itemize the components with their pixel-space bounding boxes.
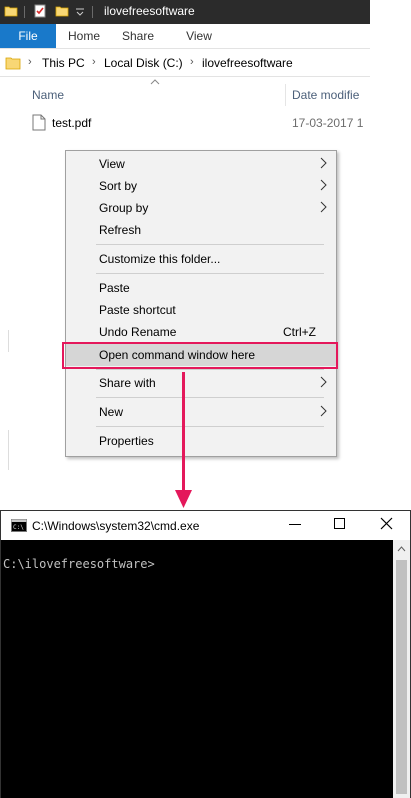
- menu-item-label: Group by: [99, 201, 149, 215]
- chevron-right-icon: [320, 157, 327, 169]
- file-date: 17-03-2017 1: [292, 116, 364, 130]
- menu-item-label: Customize this folder...: [99, 252, 221, 266]
- chevron-right-icon: ›: [190, 56, 194, 68]
- breadcrumb-local-disk[interactable]: Local Disk (C:): [104, 56, 183, 70]
- close-icon[interactable]: [380, 517, 393, 530]
- menu-item-new[interactable]: New: [66, 401, 336, 423]
- chevron-right-icon: ›: [28, 56, 32, 68]
- titlebar-separator: [92, 6, 93, 18]
- menu-separator: [96, 273, 324, 274]
- menu-separator: [96, 369, 324, 370]
- folder-icon[interactable]: [55, 4, 69, 18]
- cmd-window: C:\ C:\Windows\system32\cmd.exe C:\ilove…: [0, 510, 411, 798]
- chevron-right-icon: [320, 405, 327, 417]
- folder-icon: [4, 6, 18, 17]
- chevron-right-icon: [320, 201, 327, 213]
- menu-item-customize-folder[interactable]: Customize this folder...: [66, 248, 336, 270]
- pane-divider: [8, 330, 9, 352]
- cmd-titlebar[interactable]: C:\ C:\Windows\system32\cmd.exe: [0, 510, 411, 540]
- minimize-icon[interactable]: [289, 524, 301, 526]
- tab-home[interactable]: Home: [60, 24, 108, 48]
- cmd-scrollbar[interactable]: [393, 540, 410, 798]
- menu-item-label: Sort by: [99, 179, 138, 193]
- breadcrumb-this-pc[interactable]: This PC: [42, 56, 85, 70]
- cmd-prompt: C:\ilovefreesoftware>: [3, 557, 155, 571]
- chevron-right-icon: [320, 179, 327, 191]
- maximize-icon[interactable]: [334, 518, 346, 530]
- pane-divider: [8, 430, 9, 470]
- explorer-titlebar: ilovefreesoftware: [0, 0, 370, 24]
- cmd-window-title: C:\Windows\system32\cmd.exe: [32, 519, 200, 533]
- arrow-down-icon: [175, 490, 192, 508]
- menu-item-refresh[interactable]: Refresh: [66, 219, 336, 241]
- address-bar[interactable]: › This PC › Local Disk (C:) › ilovefrees…: [0, 50, 370, 77]
- menu-item-group-by[interactable]: Group by: [66, 197, 336, 219]
- menu-item-paste[interactable]: Paste: [66, 277, 336, 299]
- menu-item-label: Properties: [99, 434, 154, 448]
- checkmark-doc-icon[interactable]: [33, 4, 47, 18]
- cmd-app-icon: C:\: [11, 519, 27, 532]
- menu-separator: [96, 397, 324, 398]
- ribbon-tabs: File Home Share View: [0, 24, 370, 49]
- menu-item-shortcut: Ctrl+Z: [283, 325, 316, 339]
- folder-icon: [5, 57, 21, 70]
- menu-item-label: Share with: [99, 376, 156, 390]
- annotation-arrow-line: [182, 372, 185, 494]
- window-title: ilovefreesoftware: [104, 4, 195, 18]
- cmd-scrollbar-thumb[interactable]: [396, 560, 407, 794]
- menu-item-label: Undo Rename: [99, 325, 177, 339]
- menu-item-share-with[interactable]: Share with: [66, 372, 336, 394]
- breadcrumb-current-folder[interactable]: ilovefreesoftware: [202, 56, 293, 70]
- chevron-down-icon[interactable]: [76, 8, 84, 16]
- column-header-name[interactable]: Name: [32, 88, 64, 102]
- titlebar-separator: [24, 6, 25, 18]
- highlight-box: [62, 342, 338, 369]
- menu-item-undo-rename[interactable]: Undo Rename Ctrl+Z: [66, 321, 336, 343]
- menu-item-label: New: [99, 405, 124, 419]
- chevron-right-icon: ›: [92, 56, 96, 68]
- menu-item-view[interactable]: View: [66, 153, 336, 175]
- tab-share[interactable]: Share: [114, 24, 162, 48]
- menu-separator: [96, 244, 324, 245]
- file-row[interactable]: test.pdf 17-03-2017 1: [28, 112, 370, 134]
- sort-up-icon: [150, 79, 160, 85]
- menu-item-paste-shortcut[interactable]: Paste shortcut: [66, 299, 336, 321]
- column-header-date[interactable]: Date modifie: [292, 88, 359, 102]
- file-name: test.pdf: [52, 116, 92, 130]
- cmd-console[interactable]: [1, 540, 393, 798]
- tab-file[interactable]: File: [0, 24, 56, 48]
- tab-view[interactable]: View: [175, 24, 223, 48]
- pdf-file-icon: [32, 114, 46, 131]
- menu-item-sort-by[interactable]: Sort by: [66, 175, 336, 197]
- menu-item-label: View: [99, 157, 125, 171]
- column-divider[interactable]: [285, 84, 286, 106]
- menu-item-label: Paste shortcut: [99, 303, 176, 317]
- scroll-up-icon[interactable]: [397, 546, 406, 552]
- svg-text:C:\: C:\: [13, 524, 24, 531]
- chevron-right-icon: [320, 376, 327, 388]
- menu-separator: [96, 426, 324, 427]
- menu-item-properties[interactable]: Properties: [66, 430, 336, 452]
- context-menu: View Sort by Group by Refresh Customize …: [65, 150, 337, 457]
- menu-item-label: Paste: [99, 281, 130, 295]
- menu-item-label: Refresh: [99, 223, 142, 237]
